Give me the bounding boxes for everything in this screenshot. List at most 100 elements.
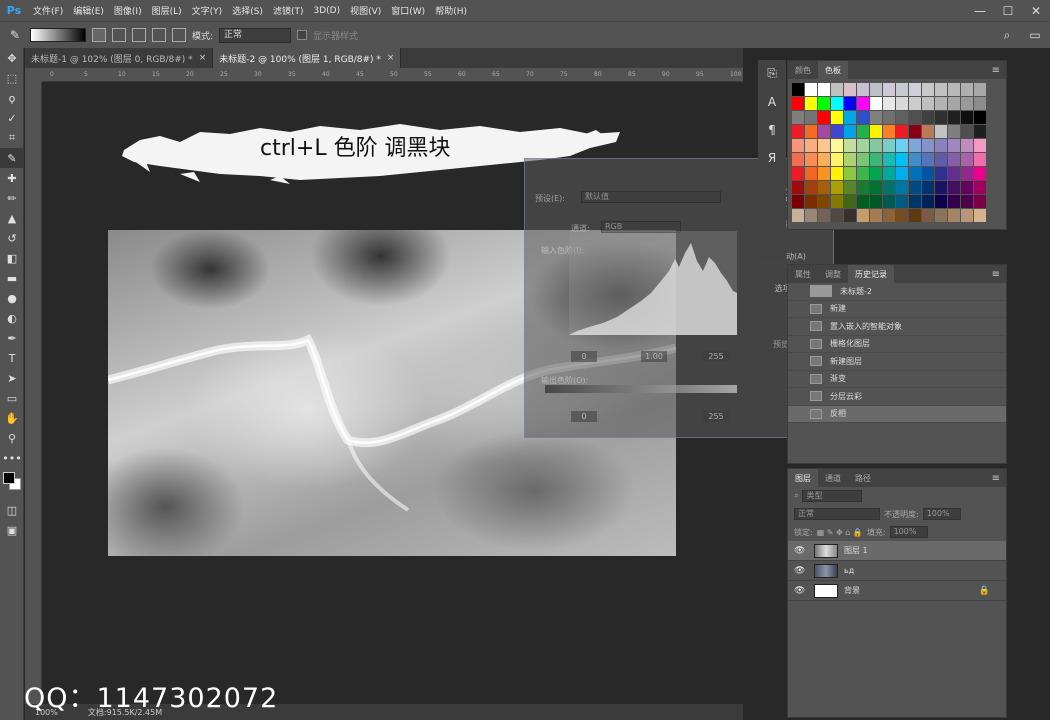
- color-swatch[interactable]: [883, 83, 896, 97]
- stamp-tool-icon[interactable]: ▲: [0, 208, 24, 228]
- color-swatch[interactable]: [870, 139, 883, 153]
- color-swatch[interactable]: [909, 209, 922, 223]
- color-swatch[interactable]: [818, 181, 831, 195]
- color-swatch[interactable]: [870, 125, 883, 139]
- menu-select[interactable]: 选择(S): [227, 4, 268, 17]
- eyedropper-icon[interactable]: ✎: [6, 26, 24, 44]
- color-swatch[interactable]: [883, 153, 896, 167]
- color-swatch[interactable]: [935, 167, 948, 181]
- panel-menu-icon[interactable]: ≡: [992, 473, 1006, 484]
- color-swatch[interactable]: [922, 209, 935, 223]
- color-swatch[interactable]: [974, 97, 987, 111]
- color-swatch[interactable]: [805, 111, 818, 125]
- color-swatch[interactable]: [805, 83, 818, 97]
- tab-swatches[interactable]: 色板: [818, 61, 848, 79]
- color-swatch[interactable]: [935, 125, 948, 139]
- color-swatch[interactable]: [883, 125, 896, 139]
- history-panel-icon[interactable]: ⎘: [767, 66, 777, 81]
- color-swatch[interactable]: [844, 181, 857, 195]
- menu-layer[interactable]: 图层(L): [147, 4, 187, 17]
- color-swatch[interactable]: [870, 83, 883, 97]
- output-white-field[interactable]: 255: [703, 411, 729, 422]
- menu-file[interactable]: 文件(F): [28, 4, 68, 17]
- color-swatch[interactable]: [792, 167, 805, 181]
- color-swatch[interactable]: [844, 83, 857, 97]
- color-swatch[interactable]: [974, 83, 987, 97]
- color-swatch[interactable]: [870, 209, 883, 223]
- color-swatch[interactable]: [831, 111, 844, 125]
- color-swatch[interactable]: [805, 209, 818, 223]
- color-swatch[interactable]: [857, 153, 870, 167]
- color-swatch[interactable]: [831, 153, 844, 167]
- color-swatch[interactable]: [935, 153, 948, 167]
- color-swatch[interactable]: [922, 83, 935, 97]
- color-swatch[interactable]: [818, 153, 831, 167]
- color-swatch[interactable]: [818, 167, 831, 181]
- color-swatch[interactable]: [896, 209, 909, 223]
- color-swatch[interactable]: [974, 167, 987, 181]
- angle-gradient-button[interactable]: [132, 28, 146, 42]
- color-swatch[interactable]: [961, 83, 974, 97]
- color-swatch[interactable]: [831, 97, 844, 111]
- color-swatch[interactable]: [974, 139, 987, 153]
- reflected-gradient-button[interactable]: [152, 28, 166, 42]
- color-swatch[interactable]: [948, 111, 961, 125]
- color-swatch[interactable]: [844, 209, 857, 223]
- color-swatch[interactable]: [805, 139, 818, 153]
- history-item[interactable]: 新建图层: [788, 353, 1006, 371]
- layer-row[interactable]: 👁 ьд: [788, 561, 1006, 581]
- color-swatch[interactable]: [948, 209, 961, 223]
- swatch-grid[interactable]: [788, 79, 1006, 227]
- color-swatch[interactable]: [935, 209, 948, 223]
- color-swatch[interactable]: [883, 97, 896, 111]
- pen-tool-icon[interactable]: ✒: [0, 328, 24, 348]
- dodge-tool-icon[interactable]: ◐: [0, 308, 24, 328]
- color-swatch[interactable]: [961, 181, 974, 195]
- eraser-tool-icon[interactable]: ◧: [0, 248, 24, 268]
- color-swatch[interactable]: [961, 209, 974, 223]
- color-swatch[interactable]: [961, 125, 974, 139]
- color-swatch[interactable]: [974, 195, 987, 209]
- color-swatch[interactable]: [935, 97, 948, 111]
- display-option-checkbox[interactable]: [297, 30, 308, 40]
- fill-input[interactable]: 100%: [889, 526, 928, 538]
- path-select-icon[interactable]: ➤: [0, 368, 24, 388]
- history-snapshot[interactable]: 未标题-2: [788, 283, 1006, 301]
- marquee-tool-icon[interactable]: ⬚: [0, 68, 24, 88]
- color-swatch[interactable]: [909, 153, 922, 167]
- foreground-color[interactable]: [3, 472, 15, 484]
- color-swatch[interactable]: [974, 209, 987, 223]
- history-item-selected[interactable]: 反相: [788, 405, 1006, 423]
- mode-select[interactable]: 正常: [219, 27, 292, 43]
- maximize-button[interactable]: ☐: [994, 4, 1022, 18]
- color-swatch[interactable]: [870, 111, 883, 125]
- history-item[interactable]: 栅格化图层: [788, 336, 1006, 353]
- tab-layers[interactable]: 图层: [788, 469, 818, 487]
- color-swatch[interactable]: [857, 111, 870, 125]
- close-tab-icon[interactable]: ×: [199, 53, 207, 63]
- color-swatch[interactable]: [883, 139, 896, 153]
- color-swatch[interactable]: [922, 167, 935, 181]
- shape-tool-icon[interactable]: ▭: [0, 388, 24, 408]
- menu-filter[interactable]: 滤镜(T): [268, 4, 309, 17]
- layer-kind-filter[interactable]: 类型: [802, 490, 863, 502]
- zoom-tool-icon[interactable]: ⚲: [0, 428, 24, 448]
- panel-menu-icon[interactable]: ≡: [992, 65, 1006, 76]
- color-swatch[interactable]: [974, 181, 987, 195]
- tab-history[interactable]: 历史记录: [848, 265, 894, 283]
- color-swatch[interactable]: [831, 139, 844, 153]
- tab-adjustments[interactable]: 调整: [818, 265, 848, 283]
- color-swatch[interactable]: [896, 153, 909, 167]
- input-gamma-field[interactable]: 1.00: [641, 351, 667, 362]
- color-swatch[interactable]: [857, 181, 870, 195]
- color-swatch[interactable]: [844, 167, 857, 181]
- color-swatch[interactable]: [818, 83, 831, 97]
- diamond-gradient-button[interactable]: [172, 28, 186, 42]
- menu-view[interactable]: 视图(V): [345, 4, 386, 17]
- color-swatches[interactable]: [0, 468, 24, 500]
- tab-paths[interactable]: 路径: [848, 469, 878, 487]
- color-swatch[interactable]: [844, 153, 857, 167]
- color-swatch[interactable]: [922, 125, 935, 139]
- color-swatch[interactable]: [805, 181, 818, 195]
- color-swatch[interactable]: [961, 195, 974, 209]
